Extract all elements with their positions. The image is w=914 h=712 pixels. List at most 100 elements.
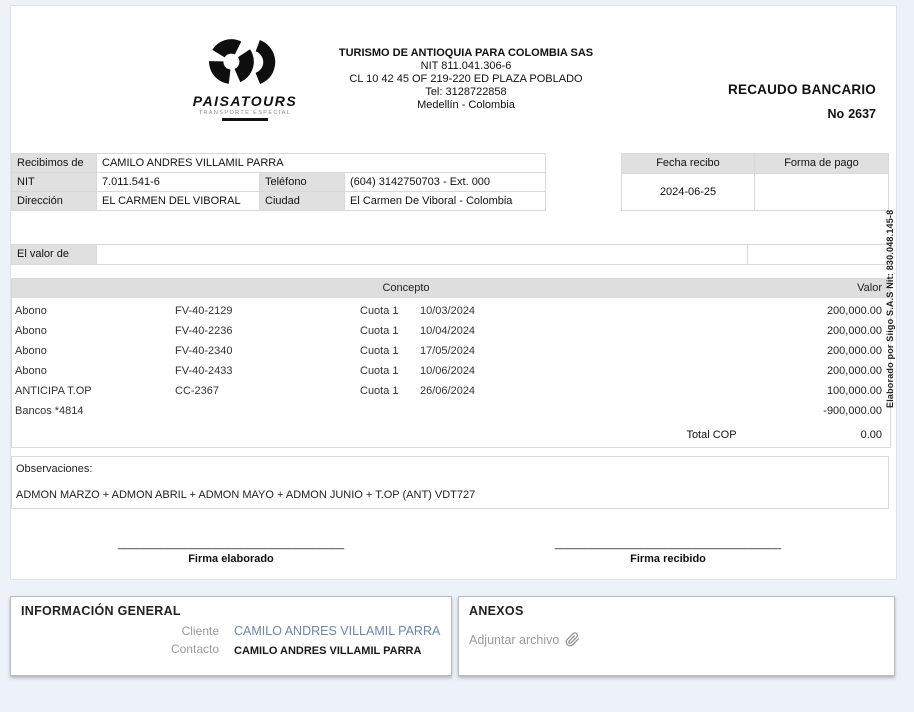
row-cuota: Cuota 1 xyxy=(360,321,420,341)
recibimos-label: Recibimos de xyxy=(12,154,97,172)
company-phone: Tel: 3128722858 xyxy=(266,86,666,99)
signature-line: _____________________________________ xyxy=(538,538,798,550)
row-tipo: ANTICIPA T.OP xyxy=(15,381,175,401)
row-fecha: 17/05/2024 xyxy=(420,341,770,361)
ciudad-label: Ciudad xyxy=(260,192,345,210)
row-valor: 200,000.00 xyxy=(770,341,890,361)
row-valor: 200,000.00 xyxy=(770,361,890,381)
client-info-table: Recibimos de CAMILO ANDRES VILLAMIL PARR… xyxy=(11,153,546,211)
table-row: Bancos *4814 -900,000.00 xyxy=(12,401,890,421)
row-cuota: Cuota 1 xyxy=(360,341,420,361)
total-label: Total COP xyxy=(686,425,736,445)
valor-amount-field xyxy=(748,245,890,264)
row-valor: 100,000.00 xyxy=(770,381,890,401)
valor-text-field xyxy=(97,245,748,264)
company-nit: NIT 811.041.306-6 xyxy=(266,60,666,73)
row-tipo: Abono xyxy=(15,341,175,361)
table-row: Abono FV-40-2433 Cuota 1 10/06/2024 200,… xyxy=(12,361,890,381)
row-fecha: 10/04/2024 xyxy=(420,321,770,341)
nit-value: 7.011.541-6 xyxy=(97,173,260,191)
receipt-number: No2637 xyxy=(728,107,876,121)
payment-table-header: Fecha recibo Forma de pago xyxy=(622,154,888,174)
recibimos-value: CAMILO ANDRES VILLAMIL PARRA xyxy=(97,154,546,172)
cliente-row: Cliente CAMILO ANDRES VILLAMIL PARRA xyxy=(11,622,451,640)
firma-recibido-block: _____________________________________ Fi… xyxy=(538,538,798,565)
concepto-table-header: Concepto Valor xyxy=(12,279,890,298)
fecha-recibo-value: 2024-06-25 xyxy=(622,174,755,210)
cliente-link[interactable]: CAMILO ANDRES VILLAMIL PARRA xyxy=(234,622,451,640)
company-city: Medellín - Colombia xyxy=(266,99,666,112)
table-row: ANTICIPA T.OP CC-2367 Cuota 1 26/06/2024… xyxy=(12,381,890,401)
fecha-recibo-header: Fecha recibo xyxy=(622,154,755,173)
row-documento: FV-40-2236 xyxy=(175,321,360,341)
brand-underline xyxy=(222,118,268,121)
row-tipo: Abono xyxy=(15,301,175,321)
receipt-number-label: No xyxy=(828,107,845,121)
siigo-sidenote: Elaborado por Siigo S.A.S Nit: 830.048.1… xyxy=(885,186,895,408)
total-value: 0.00 xyxy=(861,425,890,445)
paperclip-icon xyxy=(565,632,580,647)
telefono-label: Teléfono xyxy=(260,173,345,191)
concepto-rows: Abono FV-40-2129 Cuota 1 10/03/2024 200,… xyxy=(12,298,890,421)
table-row: Recibimos de CAMILO ANDRES VILLAMIL PARR… xyxy=(12,154,546,173)
company-info: TURISMO DE ANTIOQUIA PARA COLOMBIA SAS N… xyxy=(266,47,666,112)
firma-recibido-label: Firma recibido xyxy=(538,553,798,565)
valor-label: El valor de xyxy=(12,245,97,264)
informacion-general-panel: INFORMACIÓN GENERAL Cliente CAMILO ANDRE… xyxy=(10,596,452,676)
table-row: Abono FV-40-2236 Cuota 1 10/04/2024 200,… xyxy=(12,321,890,341)
observaciones-text: ADMON MARZO + ADMON ABRIL + ADMON MAYO +… xyxy=(16,489,884,501)
payment-table-body: 2024-06-25 xyxy=(622,174,888,210)
contacto-row: Contacto CAMILO ANDRES VILLAMIL PARRA xyxy=(11,640,451,660)
firma-elaborado-block: _____________________________________ Fi… xyxy=(101,538,361,565)
total-row: Total COP 0.00 xyxy=(12,425,890,445)
row-fecha: 10/03/2024 xyxy=(420,301,770,321)
contacto-label: Contacto xyxy=(11,640,219,660)
row-valor: 200,000.00 xyxy=(770,321,890,341)
row-valor: -900,000.00 xyxy=(770,401,890,421)
receipt-document: PAISATOURS TRANSPORTE ESPECIAL TURISMO D… xyxy=(10,5,897,580)
receipt-number-value: 2637 xyxy=(848,107,876,121)
concepto-header: Concepto xyxy=(12,279,800,298)
row-cuota: Cuota 1 xyxy=(360,361,420,381)
adjuntar-archivo-label: Adjuntar archivo xyxy=(469,633,559,647)
forma-pago-header: Forma de pago xyxy=(755,154,888,173)
informacion-general-title: INFORMACIÓN GENERAL xyxy=(11,597,451,622)
row-valor: 200,000.00 xyxy=(770,301,890,321)
row-fecha: 26/06/2024 xyxy=(420,381,770,401)
forma-pago-value xyxy=(755,174,888,210)
observaciones-label: Observaciones: xyxy=(16,463,884,475)
payment-table: Fecha recibo Forma de pago 2024-06-25 xyxy=(621,153,889,211)
row-fecha xyxy=(420,401,770,421)
table-row: Abono FV-40-2340 Cuota 1 17/05/2024 200,… xyxy=(12,341,890,361)
company-name: TURISMO DE ANTIOQUIA PARA COLOMBIA SAS xyxy=(266,47,666,60)
firma-elaborado-label: Firma elaborado xyxy=(101,553,361,565)
row-tipo: Bancos *4814 xyxy=(15,401,175,421)
row-documento: FV-40-2340 xyxy=(175,341,360,361)
table-row: Abono FV-40-2129 Cuota 1 10/03/2024 200,… xyxy=(12,301,890,321)
row-documento: CC-2367 xyxy=(175,381,360,401)
row-tipo: Abono xyxy=(15,321,175,341)
nit-label: NIT xyxy=(12,173,97,191)
observaciones-box: Observaciones: ADMON MARZO + ADMON ABRIL… xyxy=(11,456,889,509)
adjuntar-archivo-button[interactable]: Adjuntar archivo xyxy=(459,622,590,657)
cliente-label: Cliente xyxy=(11,622,219,640)
receipt-header: RECAUDO BANCARIO No2637 xyxy=(728,82,876,121)
table-row: NIT 7.011.541-6 Teléfono (604) 314275070… xyxy=(12,173,546,192)
row-fecha: 10/06/2024 xyxy=(420,361,770,381)
ciudad-value: El Carmen De Viboral - Colombia xyxy=(345,192,546,210)
company-address: CL 10 42 45 OF 219-220 ED PLAZA POBLADO xyxy=(266,73,666,86)
anexos-title: ANEXOS xyxy=(459,597,894,622)
row-cuota: Cuota 1 xyxy=(360,381,420,401)
concepto-table: Concepto Valor Abono FV-40-2129 Cuota 1 … xyxy=(11,278,891,448)
row-cuota xyxy=(360,401,420,421)
row-documento: FV-40-2433 xyxy=(175,361,360,381)
contacto-value: CAMILO ANDRES VILLAMIL PARRA xyxy=(234,640,451,660)
row-documento: FV-40-2129 xyxy=(175,301,360,321)
row-tipo: Abono xyxy=(15,361,175,381)
row-cuota: Cuota 1 xyxy=(360,301,420,321)
receipt-title: RECAUDO BANCARIO xyxy=(728,82,876,97)
anexos-panel: ANEXOS Adjuntar archivo xyxy=(458,596,895,676)
signature-line: _____________________________________ xyxy=(101,538,361,550)
telefono-value: (604) 3142750703 - Ext. 000 xyxy=(345,173,546,191)
row-documento xyxy=(175,401,360,421)
